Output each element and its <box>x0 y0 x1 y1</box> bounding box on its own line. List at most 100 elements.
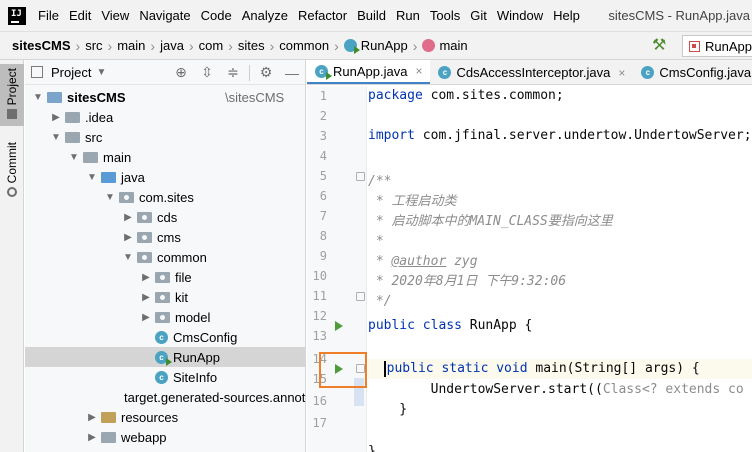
folder-icon <box>83 151 98 163</box>
run-config-label: RunApp <box>705 38 752 54</box>
tree-item-cds[interactable]: ▶ cds <box>25 207 305 227</box>
run-class-icon: c <box>155 350 172 366</box>
folder-icon <box>65 111 80 123</box>
menu-navigate[interactable]: Navigate <box>134 0 195 31</box>
line-number: 17 <box>312 416 327 430</box>
chevron-right-icon[interactable]: ▶ <box>139 312 153 323</box>
package-icon <box>155 291 170 303</box>
package-icon <box>119 191 134 203</box>
menu-build[interactable]: Build <box>352 0 391 31</box>
build-hammer-icon[interactable]: ⚒ <box>652 37 670 55</box>
breadcrumb-main-method[interactable]: main <box>419 38 470 53</box>
tab-runapp-java[interactable]: c RunApp.java × <box>307 60 431 84</box>
tree-item-common[interactable]: ▼ common <box>25 247 305 267</box>
tree-item-model[interactable]: ▶ model <box>25 307 305 327</box>
menu-refactor[interactable]: Refactor <box>293 0 352 31</box>
menu-git[interactable]: Git <box>465 0 492 31</box>
breadcrumb-java[interactable]: java <box>157 38 187 53</box>
tree-item-siteinfo[interactable]: c SiteInfo <box>25 367 305 387</box>
tree-item-cms[interactable]: ▶ cms <box>25 227 305 247</box>
chevron-right-icon[interactable]: ▶ <box>85 412 99 423</box>
chevron-right-icon[interactable]: ▶ <box>85 432 99 443</box>
tree-item-sitescms[interactable]: ▼ sitesCMS \sitesCMS <box>25 87 305 107</box>
fold-marker-icon[interactable] <box>356 172 365 181</box>
chevron-down-icon[interactable]: ▼ <box>67 152 81 163</box>
window-title: sitesCMS - RunApp.java <box>608 8 750 23</box>
gear-icon[interactable]: ⚙ <box>253 64 279 81</box>
menu-help[interactable]: Help <box>548 0 585 31</box>
chevron-right-icon[interactable]: ▶ <box>49 112 63 123</box>
resources-folder-icon <box>101 411 116 423</box>
menu-view[interactable]: View <box>96 0 134 31</box>
package-icon <box>155 311 170 323</box>
tree-item-resources[interactable]: ▶ resources <box>25 407 305 427</box>
breadcrumb-project[interactable]: sitesCMS <box>0 38 74 53</box>
line-number: 7 <box>319 209 327 223</box>
chevron-down-icon[interactable]: ▼ <box>49 132 63 143</box>
chevron-right-icon[interactable]: ▶ <box>121 232 135 243</box>
chevron-right-icon[interactable]: ▶ <box>121 212 135 223</box>
tab-cdsaccessinterceptor-java[interactable]: c CdsAccessInterceptor.java × <box>430 60 633 84</box>
tree-item-com-sites[interactable]: ▼ com.sites <box>25 187 305 207</box>
tree-item-file[interactable]: ▶ file <box>25 267 305 287</box>
text-caret <box>383 360 386 377</box>
hide-panel-icon[interactable]: — <box>279 65 305 81</box>
tab-label: CmsConfig.java <box>659 65 752 80</box>
menu-edit[interactable]: Edit <box>64 0 96 31</box>
chevron-down-icon[interactable]: ▼ <box>85 172 99 183</box>
chevron-down-icon[interactable]: ▼ <box>103 192 117 203</box>
tree-item-kit[interactable]: ▶ kit <box>25 287 305 307</box>
tree-item-cmsconfig[interactable]: c CmsConfig <box>25 327 305 347</box>
tree-item-idea[interactable]: ▶ .idea <box>25 107 305 127</box>
breadcrumb-main-method-label: main <box>439 38 468 53</box>
breadcrumb-src[interactable]: src <box>82 38 105 53</box>
chevron-down-icon[interactable]: ▼ <box>121 252 135 263</box>
close-icon[interactable]: × <box>618 66 625 80</box>
code-editor[interactable]: package com.sites.common; import com.jfi… <box>368 86 752 452</box>
tree-item-target-generated-sources[interactable]: target.generated-sources.annotations <box>25 387 305 407</box>
tree-item-java[interactable]: ▼ java <box>25 167 305 187</box>
breadcrumb-separator-icon: › <box>269 37 275 54</box>
fold-marker-icon[interactable] <box>356 292 365 301</box>
menu-window[interactable]: Window <box>492 0 548 31</box>
breadcrumb-runapp[interactable]: RunApp <box>341 38 411 54</box>
line-number: 4 <box>319 149 327 163</box>
tab-cmsconfig-java[interactable]: c CmsConfig.java <box>633 60 752 84</box>
breadcrumb-common[interactable]: common <box>276 38 332 53</box>
locate-file-icon[interactable]: ⊕ <box>168 64 194 81</box>
tree-item-main[interactable]: ▼ main <box>25 147 305 167</box>
commit-icon <box>7 187 17 198</box>
line-number: 2 <box>319 109 327 123</box>
breadcrumb-com[interactable]: com <box>196 38 227 53</box>
menu-tools[interactable]: Tools <box>425 0 465 31</box>
breadcrumb-separator-icon: › <box>188 37 194 54</box>
breadcrumb-main[interactable]: main <box>114 38 148 53</box>
expand-all-icon[interactable]: ⇳ <box>194 64 220 81</box>
chevron-down-icon[interactable]: ▼ <box>31 92 45 103</box>
line-number: 1 <box>319 89 327 103</box>
tree-item-label: RunApp <box>173 349 220 365</box>
menu-run[interactable]: Run <box>391 0 425 31</box>
chevron-down-icon[interactable]: ▼ <box>96 67 106 78</box>
code-line-comment: * @author zyg <box>368 254 478 269</box>
project-panel-title[interactable]: Project <box>51 65 91 80</box>
chevron-right-icon[interactable]: ▶ <box>139 292 153 303</box>
chevron-right-icon[interactable]: ▶ <box>139 272 153 283</box>
project-tool-window: Project ▼ ⊕ ⇳ ≑ ⚙ — ▼ sitesCMS \sitesCMS… <box>25 60 306 452</box>
menu-file[interactable]: File <box>36 0 64 31</box>
tool-tab-project[interactable]: Project <box>0 64 24 126</box>
tree-item-webapp[interactable]: ▶ webapp <box>25 427 305 447</box>
close-icon[interactable]: × <box>415 64 422 78</box>
tool-tab-commit[interactable]: Commit <box>0 138 24 198</box>
run-configuration-selector[interactable]: RunApp <box>682 35 752 57</box>
collapse-all-icon[interactable]: ≑ <box>220 64 246 81</box>
breadcrumb-sites[interactable]: sites <box>235 38 268 53</box>
tree-item-label: SiteInfo <box>173 369 218 385</box>
breadcrumb-separator-icon: › <box>334 37 339 54</box>
tree-item-runapp[interactable]: c RunApp <box>25 347 305 367</box>
code-line: package com.sites.common; <box>368 88 564 103</box>
run-class-gutter-icon[interactable] <box>335 321 343 331</box>
tree-item-src[interactable]: ▼ src <box>25 127 305 147</box>
menu-analyze[interactable]: Analyze <box>237 0 293 31</box>
menu-code[interactable]: Code <box>196 0 237 31</box>
